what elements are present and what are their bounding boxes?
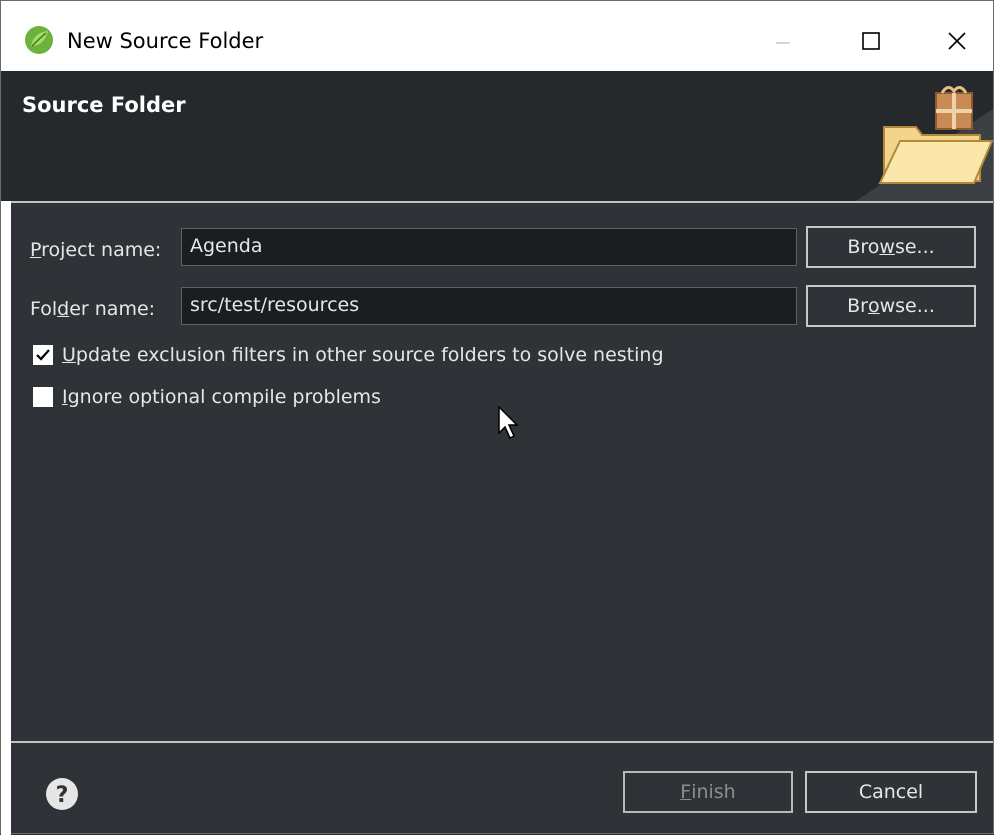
folder-browse-button[interactable]: Br o wse... [806, 285, 976, 327]
minimize-button[interactable] [765, 23, 801, 59]
update-exclusion-checkbox[interactable] [33, 345, 53, 365]
folder-name-label: Folder name: [30, 298, 156, 320]
wizard-banner [1, 71, 993, 201]
window-left-edge [1, 201, 11, 835]
ignore-optional-label: Ignore optional compile problems [62, 386, 381, 408]
update-exclusion-label: Update exclusion filters in other source… [62, 344, 664, 366]
folder-name-input[interactable]: src/test/resources [181, 287, 797, 325]
help-icon[interactable]: ? [45, 777, 79, 811]
project-name-label: Project name: [30, 239, 162, 261]
maximize-button[interactable] [853, 23, 889, 59]
spring-leaf-icon [25, 26, 53, 54]
banner-title: Source Folder [22, 93, 186, 117]
folder-package-icon [856, 86, 993, 201]
cancel-button[interactable]: Cancel [805, 771, 977, 813]
update-exclusion-checkbox-row[interactable]: Update exclusion filters in other source… [33, 344, 664, 366]
ignore-optional-checkbox[interactable] [33, 387, 53, 407]
banner-separator [11, 201, 993, 203]
mouse-pointer-icon [498, 405, 519, 440]
ignore-optional-checkbox-row[interactable]: Ignore optional compile problems [33, 386, 381, 408]
project-name-input[interactable]: Agenda [181, 228, 797, 266]
close-button[interactable] [939, 23, 975, 59]
check-icon [36, 349, 50, 361]
window-title: New Source Folder [67, 29, 264, 53]
title-bar: New Source Folder [1, 1, 993, 71]
close-icon [948, 32, 966, 50]
finish-button[interactable]: Finish [623, 771, 793, 813]
dialog-window: New Source Folder Source Folder Project … [0, 0, 994, 835]
maximize-icon [862, 32, 880, 50]
svg-text:?: ? [56, 783, 69, 808]
minimize-icon [776, 42, 790, 44]
project-browse-button[interactable]: Bro w se... [806, 226, 976, 268]
footer-separator [11, 741, 993, 743]
